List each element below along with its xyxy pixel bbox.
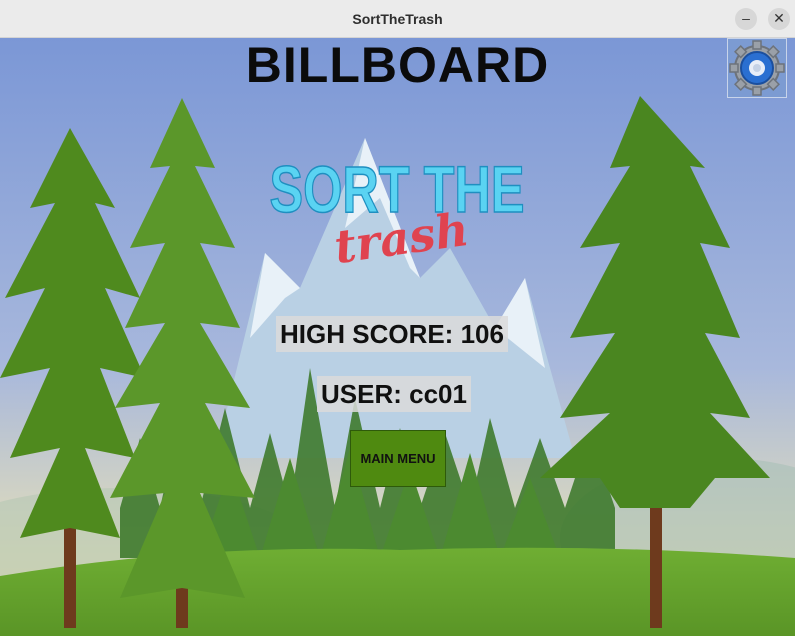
main-menu-button[interactable]: MAIN MENU xyxy=(350,430,446,487)
minimize-button[interactable]: – xyxy=(735,8,757,30)
billboard-heading: BILLBOARD xyxy=(245,37,550,93)
high-score-label: HIGH SCORE: 106 xyxy=(276,316,508,352)
settings-button[interactable] xyxy=(727,38,787,98)
gear-icon xyxy=(729,40,785,96)
user-label: USER: cc01 xyxy=(317,376,471,412)
game-logo: SORT THE trash xyxy=(262,142,532,274)
close-button[interactable]: ✕ xyxy=(768,8,790,30)
window-titlebar: SortTheTrash – ✕ xyxy=(0,0,795,38)
game-scene: BILLBOARD SORT THE trash HIGH SCORE: 106… xyxy=(0,37,795,636)
window-title: SortTheTrash xyxy=(352,11,443,27)
